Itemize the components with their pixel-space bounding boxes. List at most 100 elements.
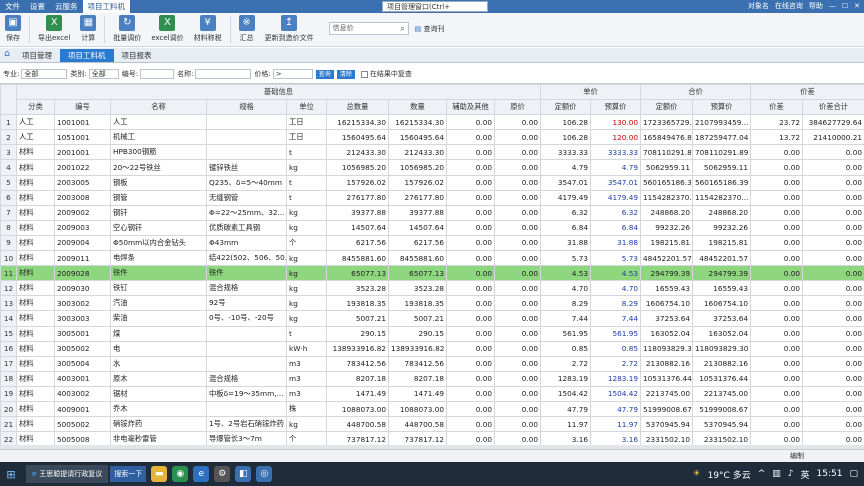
price-search-input[interactable]: 信息价 ⌕ [328, 22, 409, 35]
table-cell[interactable]: 材料 [16, 280, 55, 297]
table-cell[interactable]: 0.00 [493, 370, 542, 387]
table-row[interactable]: 13 材料 3003002 汽油 92号 kg 193818.35 193818.35 0.00… [0, 295, 864, 312]
table-cell[interactable]: 工日 [286, 129, 327, 146]
table-cell[interactable]: 290.15 [326, 325, 389, 342]
table-row[interactable]: 19 材料 4003002 锯材 中板δ=19～35mm,... m3 1471.49 147… [0, 385, 864, 402]
table-cell[interactable]: 0.00 [493, 340, 542, 357]
table-row[interactable]: 18 材料 4003001 原木 混合规格 m3 8207.18 8207.18 0.00 0.0… [0, 370, 864, 387]
row-number[interactable]: 3 [0, 144, 17, 161]
table-cell[interactable]: 0.00 [750, 355, 804, 372]
table-cell[interactable]: 138933916.82 [326, 340, 389, 357]
row-number[interactable]: 4 [0, 159, 17, 176]
table-cell[interactable]: 0.00 [493, 234, 542, 252]
table-cell[interactable]: 193818.35 [326, 295, 389, 312]
table-cell[interactable]: 4.70 [590, 280, 642, 297]
table-cell[interactable]: 0.00 [802, 265, 864, 282]
table-cell[interactable]: 3547.01 [540, 174, 592, 191]
table-cell[interactable] [206, 129, 287, 146]
table-cell[interactable]: 276177.80 [326, 189, 389, 206]
table-cell[interactable]: 3.16 [540, 431, 592, 445]
table-cell[interactable]: 290.15 [388, 325, 447, 342]
table-cell[interactable]: 0.00 [493, 325, 542, 342]
table-cell[interactable]: 2001001 [54, 144, 111, 161]
table-cell[interactable]: 0.00 [446, 340, 495, 357]
row-number[interactable]: 16 [0, 340, 17, 357]
column-header[interactable]: 辅助及其他 [446, 99, 495, 116]
ribbon-button[interactable]: ↥ 更新到造价文件 [260, 13, 319, 46]
table-row[interactable]: 8 材料 2009003 空心钢钎 优质碳素工具钢 kg 14507.64 14507.64 0… [0, 219, 864, 236]
table-cell[interactable]: 737817.12 [326, 431, 389, 445]
row-number[interactable]: 20 [0, 400, 17, 418]
table-cell[interactable]: 2001022 [54, 159, 111, 176]
table-cell[interactable]: 铁件 [110, 265, 207, 282]
table-cell[interactable]: 0.00 [446, 144, 495, 161]
menu-item[interactable]: 项目工料机 [82, 0, 130, 13]
table-cell[interactable]: 优质碳素工具钢 [206, 219, 287, 236]
table-cell[interactable]: 铁钉 [110, 280, 207, 297]
table-cell[interactable]: 560165186.39 [692, 174, 752, 191]
group-header-basic[interactable]: 基础信息 [15, 84, 542, 101]
table-cell[interactable]: 0.00 [802, 385, 864, 402]
table-cell[interactable]: 导爆管长3～7m [206, 431, 287, 445]
table-cell[interactable]: 14507.64 [326, 219, 389, 236]
table-cell[interactable]: 中板δ=19～35mm,... [206, 385, 287, 402]
table-cell[interactable]: 0.00 [802, 159, 864, 176]
table-cell[interactable]: 737817.12 [388, 431, 447, 445]
table-cell[interactable]: 65077.13 [326, 265, 389, 282]
table-cell[interactable]: 0.00 [750, 174, 804, 191]
table-cell[interactable]: m3 [286, 385, 327, 402]
table-cell[interactable]: 0.00 [446, 431, 495, 445]
table-cell[interactable]: 21410000.21 [802, 129, 864, 146]
table-cell[interactable]: 198215.81 [640, 234, 694, 252]
table-cell[interactable]: 2331502.10 [640, 431, 694, 445]
table-cell[interactable]: 0.00 [493, 144, 542, 161]
table-cell[interactable]: 无缝钢管 [206, 189, 287, 206]
table-cell[interactable]: 0.00 [802, 370, 864, 387]
weather-text[interactable]: 19°C 多云 [708, 468, 751, 481]
table-cell[interactable]: 561.95 [540, 325, 592, 342]
table-cell[interactable]: 6.84 [540, 219, 592, 236]
table-cell[interactable]: 材料 [16, 295, 55, 312]
table-cell[interactable]: 0.00 [493, 310, 542, 327]
table-cell[interactable] [206, 340, 287, 357]
online-help-link[interactable]: 在线咨询 [775, 0, 803, 13]
table-cell[interactable]: 2130882.16 [640, 355, 694, 372]
table-cell[interactable]: kg [286, 250, 327, 267]
table-cell[interactable]: 708110291.89 [640, 144, 694, 161]
table-cell[interactable]: 材料 [16, 144, 55, 161]
table-cell[interactable]: 0.00 [750, 370, 804, 387]
table-cell[interactable]: Q235、δ=5～40mm [206, 174, 287, 191]
table-cell[interactable]: Φ=22～25mm、32... [206, 204, 287, 221]
tray-chevron-icon[interactable]: ^ [758, 469, 766, 479]
table-cell[interactable]: 0.00 [446, 355, 495, 372]
table-cell[interactable]: 材料 [16, 431, 55, 445]
table-cell[interactable]: 0.00 [802, 174, 864, 191]
table-cell[interactable]: 1723365729... [640, 114, 694, 131]
table-cell[interactable]: 31.88 [590, 234, 642, 252]
table-cell[interactable]: 4003001 [54, 370, 111, 387]
table-cell[interactable]: 0号、-10号、-20号 [206, 310, 287, 327]
table-cell[interactable]: 783412.56 [326, 355, 389, 372]
table-cell[interactable]: Φ43mm [206, 234, 287, 252]
table-cell[interactable]: 2.72 [590, 355, 642, 372]
table-cell[interactable]: 4179.49 [590, 189, 642, 206]
table-cell[interactable]: 0.00 [750, 219, 804, 236]
table-cell[interactable]: 1504.42 [590, 385, 642, 402]
table-row[interactable]: 7 材料 2009002 钢钎 Φ=22～25mm、32... kg 39377.88 393… [0, 204, 864, 221]
table-cell[interactable]: 138933916.82 [388, 340, 447, 357]
table-cell[interactable]: 0.00 [493, 431, 542, 445]
column-header[interactable]: 名称 [110, 99, 207, 116]
table-cell[interactable]: 3003002 [54, 295, 111, 312]
table-cell[interactable]: 47.79 [590, 400, 642, 418]
table-cell[interactable]: kg [286, 310, 327, 327]
table-cell[interactable]: 6.84 [590, 219, 642, 236]
table-cell[interactable]: t [286, 174, 327, 191]
table-cell[interactable]: 10531376.44 [640, 370, 694, 387]
table-cell[interactable]: 0.00 [802, 325, 864, 342]
table-row[interactable]: 22 材料 5005008 非电毫秒雷管 导爆管长3～7m 个 737817.12 73781… [0, 431, 864, 445]
table-cell[interactable]: 16559.43 [692, 280, 752, 297]
column-header[interactable]: 定额价 [540, 99, 592, 116]
file-explorer-icon[interactable]: ▬ [151, 466, 168, 482]
column-header[interactable]: 价差合计 [802, 99, 864, 116]
table-cell[interactable]: 0.00 [493, 400, 542, 418]
